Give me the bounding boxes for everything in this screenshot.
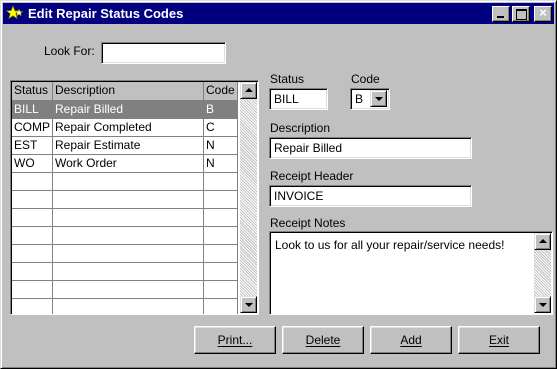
cell-status[interactable]: EST [12, 136, 53, 155]
cell-code[interactable]: B [203, 100, 238, 119]
look-for-label: Look For: [44, 44, 95, 58]
scroll-down-button[interactable] [240, 296, 257, 313]
close-icon[interactable]: × [534, 5, 552, 22]
receipt-notes-textarea[interactable]: Look to us for all your repair/service n… [269, 231, 553, 315]
window-title: Edit Repair Status Codes [28, 6, 184, 21]
cell-code[interactable]: C [203, 118, 238, 137]
cell-status[interactable]: BILL [12, 100, 53, 119]
print-button[interactable]: Print... [194, 326, 276, 354]
maximize-icon[interactable] [512, 6, 530, 22]
minimize-icon[interactable] [492, 6, 510, 22]
status-codes-grid: Status Description Code BILL Repair Bill… [10, 80, 259, 315]
cell-code[interactable]: N [203, 136, 238, 155]
cell-status[interactable]: WO [12, 154, 53, 173]
empty-row[interactable] [12, 280, 238, 299]
empty-row[interactable] [12, 172, 238, 191]
receipt-notes-text: Look to us for all your repair/service n… [275, 238, 505, 252]
close-glyph: × [539, 5, 547, 20]
chevron-up-icon [245, 88, 253, 92]
empty-row[interactable] [12, 262, 238, 281]
empty-row[interactable] [12, 226, 238, 245]
delete-button-label: Delete [305, 333, 341, 347]
grid-scrollbar[interactable] [240, 82, 257, 313]
empty-row[interactable] [12, 244, 238, 263]
receipt-header-label: Receipt Header [270, 169, 354, 183]
table-row[interactable]: EST Repair Estimate N [12, 136, 238, 155]
grid-header-row: Status Description Code [12, 82, 238, 101]
star-app-icon [6, 5, 24, 20]
look-for-input[interactable] [101, 42, 226, 64]
header-description[interactable]: Description [52, 82, 204, 101]
title-bar[interactable]: Edit Repair Status Codes × [3, 3, 554, 24]
code-label: Code [351, 72, 380, 86]
exit-button[interactable]: Exit [458, 326, 540, 354]
table-row[interactable]: COMP Repair Completed C [12, 118, 238, 137]
cell-description[interactable]: Repair Billed [52, 100, 204, 119]
chevron-down-icon [245, 303, 253, 307]
empty-row[interactable] [12, 298, 238, 314]
cell-description[interactable]: Repair Completed [52, 118, 204, 137]
description-field[interactable]: Repair Billed [269, 137, 472, 159]
scroll-down-button[interactable] [534, 296, 551, 313]
print-button-label: Print... [217, 333, 253, 347]
status-label: Status [270, 72, 305, 86]
notes-scrollbar[interactable] [534, 233, 551, 313]
add-button[interactable]: Add [370, 326, 452, 354]
empty-row[interactable] [12, 190, 238, 209]
header-code[interactable]: Code [203, 82, 238, 101]
exit-button-label: Exit [488, 333, 509, 347]
cell-code[interactable]: N [203, 154, 238, 173]
code-value: B [355, 92, 364, 106]
chevron-down-icon [375, 97, 383, 101]
cell-description[interactable]: Work Order [52, 154, 204, 173]
receipt-header-field[interactable]: INVOICE [269, 185, 472, 207]
scroll-up-button[interactable] [240, 82, 257, 99]
edit-repair-status-codes-window: Edit Repair Status Codes × Look For: Sta… [0, 0, 557, 369]
header-status[interactable]: Status [12, 82, 53, 101]
delete-button[interactable]: Delete [282, 326, 364, 354]
chevron-up-icon [539, 239, 547, 243]
scroll-up-button[interactable] [534, 233, 551, 250]
chevron-down-icon [539, 303, 547, 307]
table-row[interactable]: WO Work Order N [12, 154, 238, 173]
cell-status[interactable]: COMP [12, 118, 53, 137]
code-dropdown-button[interactable] [370, 90, 387, 107]
empty-row[interactable] [12, 208, 238, 227]
table-row[interactable]: BILL Repair Billed B [12, 100, 238, 119]
status-field[interactable]: BILL [269, 88, 328, 110]
description-label: Description [270, 121, 331, 135]
cell-description[interactable]: Repair Estimate [52, 136, 204, 155]
add-button-label: Add [400, 333, 422, 347]
receipt-notes-label: Receipt Notes [270, 216, 346, 230]
